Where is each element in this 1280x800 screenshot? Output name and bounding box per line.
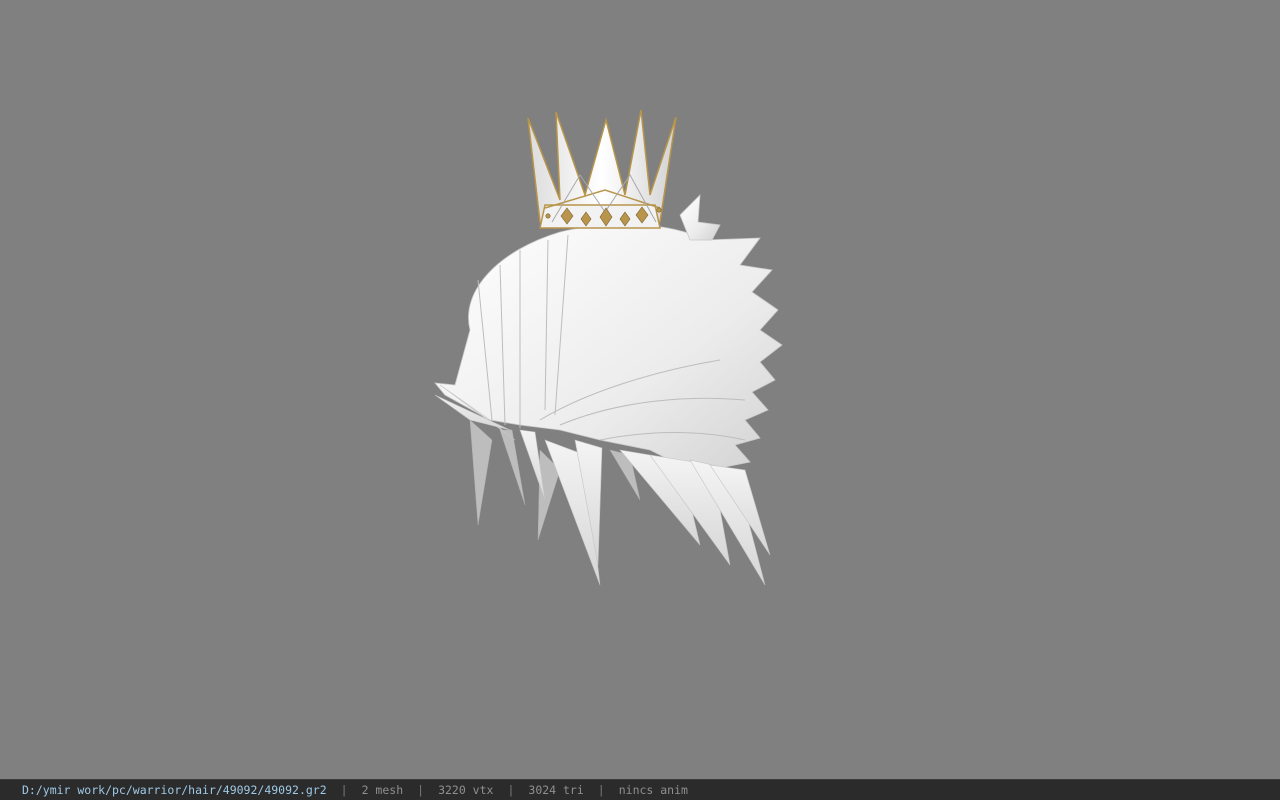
triangle-count: 3024 tri [528,783,584,797]
vertex-count: 3220 vtx [438,783,494,797]
anim-status: nincs anim [618,783,688,797]
status-separator: | [597,783,605,797]
3d-viewport[interactable] [0,0,1280,779]
mesh-count: 2 mesh [361,783,404,797]
hair-model[interactable] [0,0,1280,779]
status-bar: D:/ymir work/pc/warrior/hair/49092/49092… [0,779,1280,800]
status-separator: | [417,783,425,797]
status-separator: | [340,783,348,797]
file-path: D:/ymir work/pc/warrior/hair/49092/49092… [22,783,327,797]
status-separator: | [507,783,515,797]
crown [527,109,677,229]
